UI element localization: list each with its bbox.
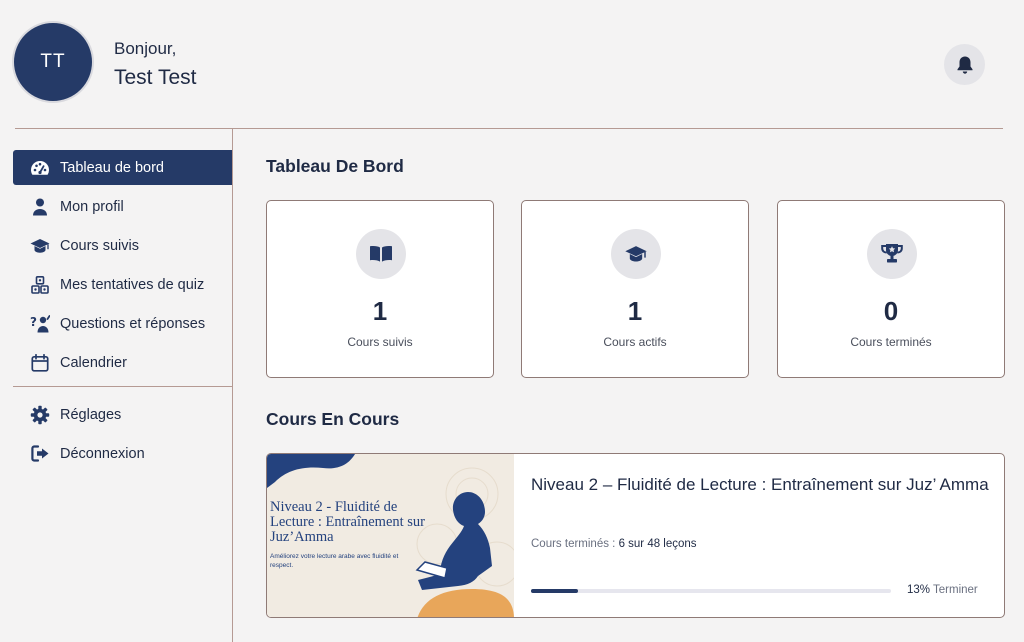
sidebar-item-label: Déconnexion bbox=[60, 445, 145, 462]
stat-icon-wrap bbox=[611, 229, 661, 279]
stat-icon-wrap bbox=[867, 229, 917, 279]
stat-card-active: 1 Cours actifs bbox=[521, 200, 749, 378]
logout-icon bbox=[30, 444, 50, 464]
sidebar-item-label: Mes tentatives de quiz bbox=[60, 276, 205, 293]
stat-label: Cours terminés bbox=[850, 335, 932, 349]
progress-fill bbox=[531, 589, 578, 593]
dashboard-title: Tableau De Bord bbox=[266, 156, 404, 176]
sidebar-item-quiz[interactable]: Mes tentatives de quiz bbox=[13, 267, 232, 302]
stat-value: 1 bbox=[372, 296, 388, 326]
progress-percent: 13% bbox=[907, 584, 931, 596]
sidebar-item-courses[interactable]: Cours suivis bbox=[13, 228, 232, 263]
dashboard-icon bbox=[30, 158, 50, 178]
sidebar-item-label: Cours suivis bbox=[60, 237, 139, 254]
stat-value: 0 bbox=[883, 296, 899, 326]
user-icon bbox=[30, 197, 50, 217]
sidebar-item-qa[interactable]: ? Questions et réponses bbox=[13, 306, 232, 341]
svg-text:?: ? bbox=[30, 315, 37, 329]
lessons-value: 6 sur 48 leçons bbox=[618, 538, 697, 550]
graduation-cap-icon bbox=[30, 236, 50, 256]
greeting-text: Bonjour, bbox=[114, 39, 177, 58]
sidebar-separator bbox=[13, 386, 232, 387]
sidebar-item-dashboard[interactable]: Tableau de bord bbox=[13, 150, 232, 185]
gear-icon bbox=[30, 405, 50, 425]
lessons-label: Cours terminés : bbox=[531, 538, 616, 550]
progress-bar bbox=[531, 589, 891, 593]
sidebar-item-label: Questions et réponses bbox=[60, 315, 206, 332]
graduation-cap-icon bbox=[625, 246, 647, 262]
stat-card-completed: 0 Cours terminés bbox=[777, 200, 1005, 378]
calendar-icon bbox=[30, 353, 50, 373]
user-name: Test Test bbox=[114, 66, 197, 89]
cubes-icon bbox=[30, 275, 50, 295]
thumbnail-subtitle: Améliorez votre lecture arabe avec fluid… bbox=[270, 553, 399, 569]
sidebar-item-label: Mon profil bbox=[60, 198, 124, 215]
stat-label: Cours actifs bbox=[603, 335, 667, 349]
course-lessons-meta: Cours terminés : 6 sur 48 leçons bbox=[531, 538, 697, 550]
sidebar-item-calendar[interactable]: Calendrier bbox=[13, 345, 232, 380]
avatar[interactable]: TT bbox=[12, 21, 94, 103]
progress-label: Terminer bbox=[933, 584, 978, 596]
progress-text: 13% Terminer bbox=[907, 584, 978, 596]
sidebar-item-label: Calendrier bbox=[60, 354, 127, 371]
stat-card-enrolled: 1 Cours suivis bbox=[266, 200, 494, 378]
question-person-icon: ? bbox=[30, 314, 50, 334]
course-title[interactable]: Niveau 2 – Fluidité de Lecture : Entraîn… bbox=[531, 471, 991, 498]
sidebar: Tableau de bord Mon profil Cours suivis … bbox=[13, 150, 232, 475]
sidebar-item-settings[interactable]: Réglages bbox=[13, 397, 232, 432]
stat-value: 1 bbox=[627, 296, 643, 326]
course-thumbnail[interactable]: Niveau 2 - Fluidité de Lecture : Entraîn… bbox=[267, 454, 514, 617]
bell-icon bbox=[957, 56, 972, 74]
sidebar-item-label: Réglages bbox=[60, 406, 122, 423]
trophy-icon bbox=[881, 244, 903, 263]
sidebar-item-label: Tableau de bord bbox=[60, 159, 164, 176]
stat-label: Cours suivis bbox=[347, 335, 413, 349]
stat-icon-wrap bbox=[356, 229, 406, 279]
thumbnail-title: Niveau 2 - Fluidité de Lecture : Entraîn… bbox=[270, 499, 426, 545]
header: TT Bonjour, Test Test bbox=[0, 0, 1024, 128]
book-icon bbox=[370, 246, 392, 262]
sidebar-item-profile[interactable]: Mon profil bbox=[13, 189, 232, 224]
in-progress-title: Cours En Cours bbox=[266, 409, 400, 429]
notification-button[interactable] bbox=[944, 44, 985, 85]
header-divider bbox=[15, 128, 1003, 129]
sidebar-divider bbox=[232, 129, 233, 642]
course-card[interactable]: Niveau 2 - Fluidité de Lecture : Entraîn… bbox=[266, 453, 1005, 618]
sidebar-item-logout[interactable]: Déconnexion bbox=[13, 436, 232, 471]
